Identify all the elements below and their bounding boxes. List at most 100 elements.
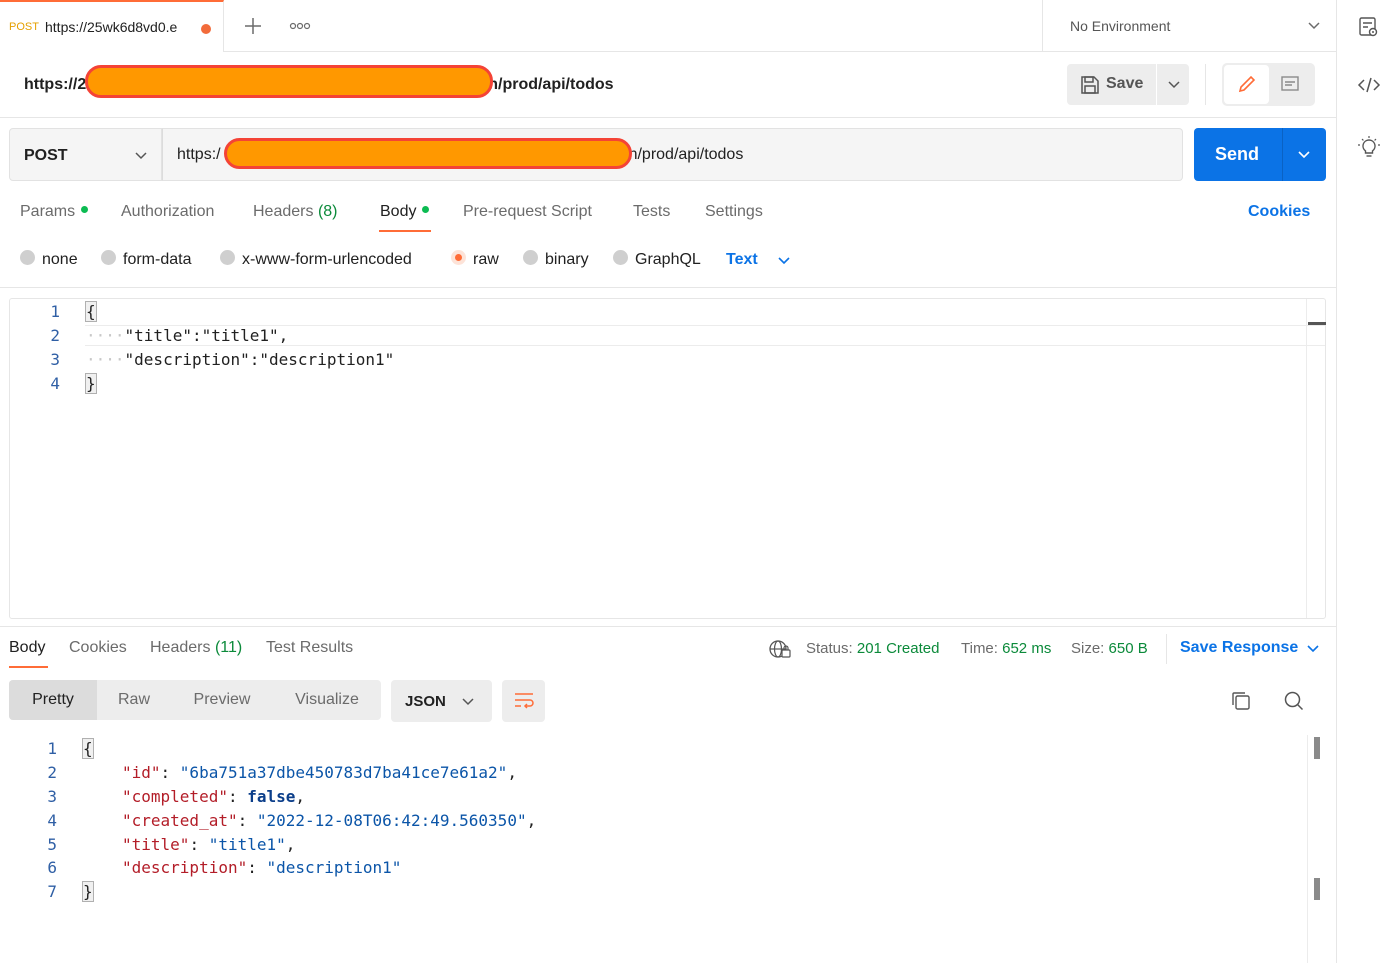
radio-graphql[interactable]: GraphQL [613, 250, 701, 271]
copy-icon[interactable] [1230, 690, 1252, 712]
format-select[interactable]: JSON [391, 680, 492, 722]
send-options-chevron-icon[interactable] [1297, 149, 1311, 161]
search-icon[interactable] [1283, 690, 1305, 712]
scrollbar-track[interactable] [1306, 299, 1326, 618]
code-snippet-icon[interactable] [1357, 75, 1381, 95]
method-select[interactable]: POST [9, 128, 162, 181]
request-title-prefix: https://2 [24, 76, 87, 93]
chevron-down-icon [134, 150, 148, 162]
view-mode-toggle [1222, 63, 1315, 106]
method-label: POST [24, 147, 68, 164]
raw-type-select[interactable]: Text [726, 251, 758, 269]
line-number: 7 [47, 882, 57, 901]
response-tab-cookies[interactable]: Cookies [69, 639, 127, 657]
line-number: 1 [50, 302, 60, 321]
json-value: "6ba751a37dbe450783d7ba41ce7e61a2" [179, 763, 508, 782]
scrollbar-thumb[interactable] [1308, 322, 1326, 325]
tab-params[interactable]: Params [20, 203, 89, 221]
json-field-description: "description": "description1" [122, 858, 402, 877]
view-visualize[interactable]: Visualize [273, 680, 381, 720]
network-globe-icon[interactable] [768, 638, 792, 660]
radio-x-www-form-urlencoded[interactable]: x-www-form-urlencoded [220, 250, 412, 271]
save-button[interactable]: Save [1067, 64, 1189, 105]
tab-label: Pre-request Script [463, 203, 592, 220]
send-button[interactable]: Send [1194, 128, 1326, 181]
radio-none[interactable]: none [20, 250, 78, 271]
view-raw[interactable]: Raw [97, 680, 171, 720]
tab-settings[interactable]: Settings [705, 203, 763, 221]
radio-circle [523, 250, 538, 266]
line-number: 2 [47, 763, 57, 782]
save-response-button[interactable]: Save Response [1180, 639, 1298, 657]
divider [0, 626, 1336, 627]
save-options-chevron-icon[interactable] [1167, 79, 1181, 91]
json-field-created-at: "created_at": "2022-12-08T06:42:49.56035… [122, 811, 537, 830]
response-tab-test-results[interactable]: Test Results [266, 639, 353, 657]
line-number: 1 [47, 739, 57, 758]
chevron-down-icon[interactable] [1306, 643, 1320, 655]
chevron-down-icon [1307, 20, 1321, 32]
new-tab-icon[interactable] [243, 16, 263, 36]
url-input[interactable]: https:/ n/prod/api/todos [162, 128, 1183, 181]
request-body-editor[interactable]: 1 2 3 4 { ····"title":"title1", ····"des… [9, 298, 1326, 619]
radio-label: none [42, 251, 78, 268]
environment-quick-look-icon[interactable] [1358, 16, 1380, 38]
environment-selector[interactable]: No Environment [1042, 0, 1336, 52]
environment-label: No Environment [1070, 18, 1171, 34]
code-line: } [82, 881, 94, 902]
headers-count: (11) [214, 639, 243, 656]
redaction-mark [224, 138, 632, 169]
tab-pre-request-script[interactable]: Pre-request Script [463, 203, 592, 221]
edit-mode-button[interactable] [1224, 65, 1269, 104]
scrollbar-track[interactable] [1307, 735, 1327, 963]
headers-count: (8) [317, 203, 338, 220]
wrap-lines-button[interactable] [502, 680, 545, 722]
chevron-down-icon[interactable] [777, 255, 791, 267]
lightbulb-icon[interactable] [1358, 136, 1380, 160]
tab-body[interactable]: Body [380, 203, 430, 221]
json-key: "description" [122, 858, 248, 877]
tab-url: https://25wk6d8vd0.e [45, 19, 178, 35]
radio-label: x-www-form-urlencoded [242, 251, 412, 268]
request-tab[interactable]: POST https://25wk6d8vd0.e [0, 0, 224, 52]
response-tab-headers[interactable]: Headers (11) [150, 639, 242, 657]
json-key: "id" [122, 763, 161, 782]
radio-circle [20, 250, 35, 266]
size-readout: Size: 650 B [1071, 640, 1148, 657]
json-value: "title1" [208, 835, 286, 854]
response-tab-body[interactable]: Body [9, 639, 45, 657]
comments-icon[interactable] [1280, 75, 1300, 95]
tab-authorization[interactable]: Authorization [121, 203, 214, 221]
view-preview[interactable]: Preview [171, 680, 273, 720]
size-label: Size: [1071, 640, 1105, 657]
cookies-link[interactable]: Cookies [1248, 203, 1310, 221]
code-line: ····"title":"title1", [86, 326, 289, 345]
line-number: 4 [47, 811, 57, 830]
time-readout: Time: 652 ms [961, 640, 1051, 657]
json-key: "title" [122, 835, 190, 854]
view-pretty[interactable]: Pretty [9, 680, 97, 720]
line-number: 4 [50, 374, 60, 393]
more-tabs-icon[interactable] [289, 21, 311, 31]
radio-form-data[interactable]: form-data [101, 250, 192, 271]
radio-raw[interactable]: raw [451, 250, 499, 271]
chevron-down-icon [461, 696, 475, 708]
tab-headers[interactable]: Headers (8) [253, 203, 338, 221]
request-title-suffix: n/prod/api/todos [488, 76, 614, 93]
tab-tests[interactable]: Tests [633, 203, 670, 221]
has-content-dot [422, 206, 430, 214]
url-suffix: n/prod/api/todos [628, 146, 744, 163]
redaction-mark [85, 65, 493, 98]
code-text: "description":"description1" [124, 350, 395, 369]
divider [0, 287, 1336, 288]
time-value: 652 ms [1002, 640, 1052, 657]
json-key: "completed" [122, 787, 228, 806]
radio-binary[interactable]: binary [523, 250, 589, 271]
scrollbar-marker [1314, 878, 1320, 900]
status-value: 201 Created [856, 640, 940, 657]
json-field-title: "title": "title1", [122, 835, 296, 854]
size-value: 650 B [1108, 640, 1148, 657]
unsaved-dot [201, 24, 211, 34]
radio-label: form-data [123, 251, 192, 268]
tab-label: Tests [633, 203, 671, 220]
